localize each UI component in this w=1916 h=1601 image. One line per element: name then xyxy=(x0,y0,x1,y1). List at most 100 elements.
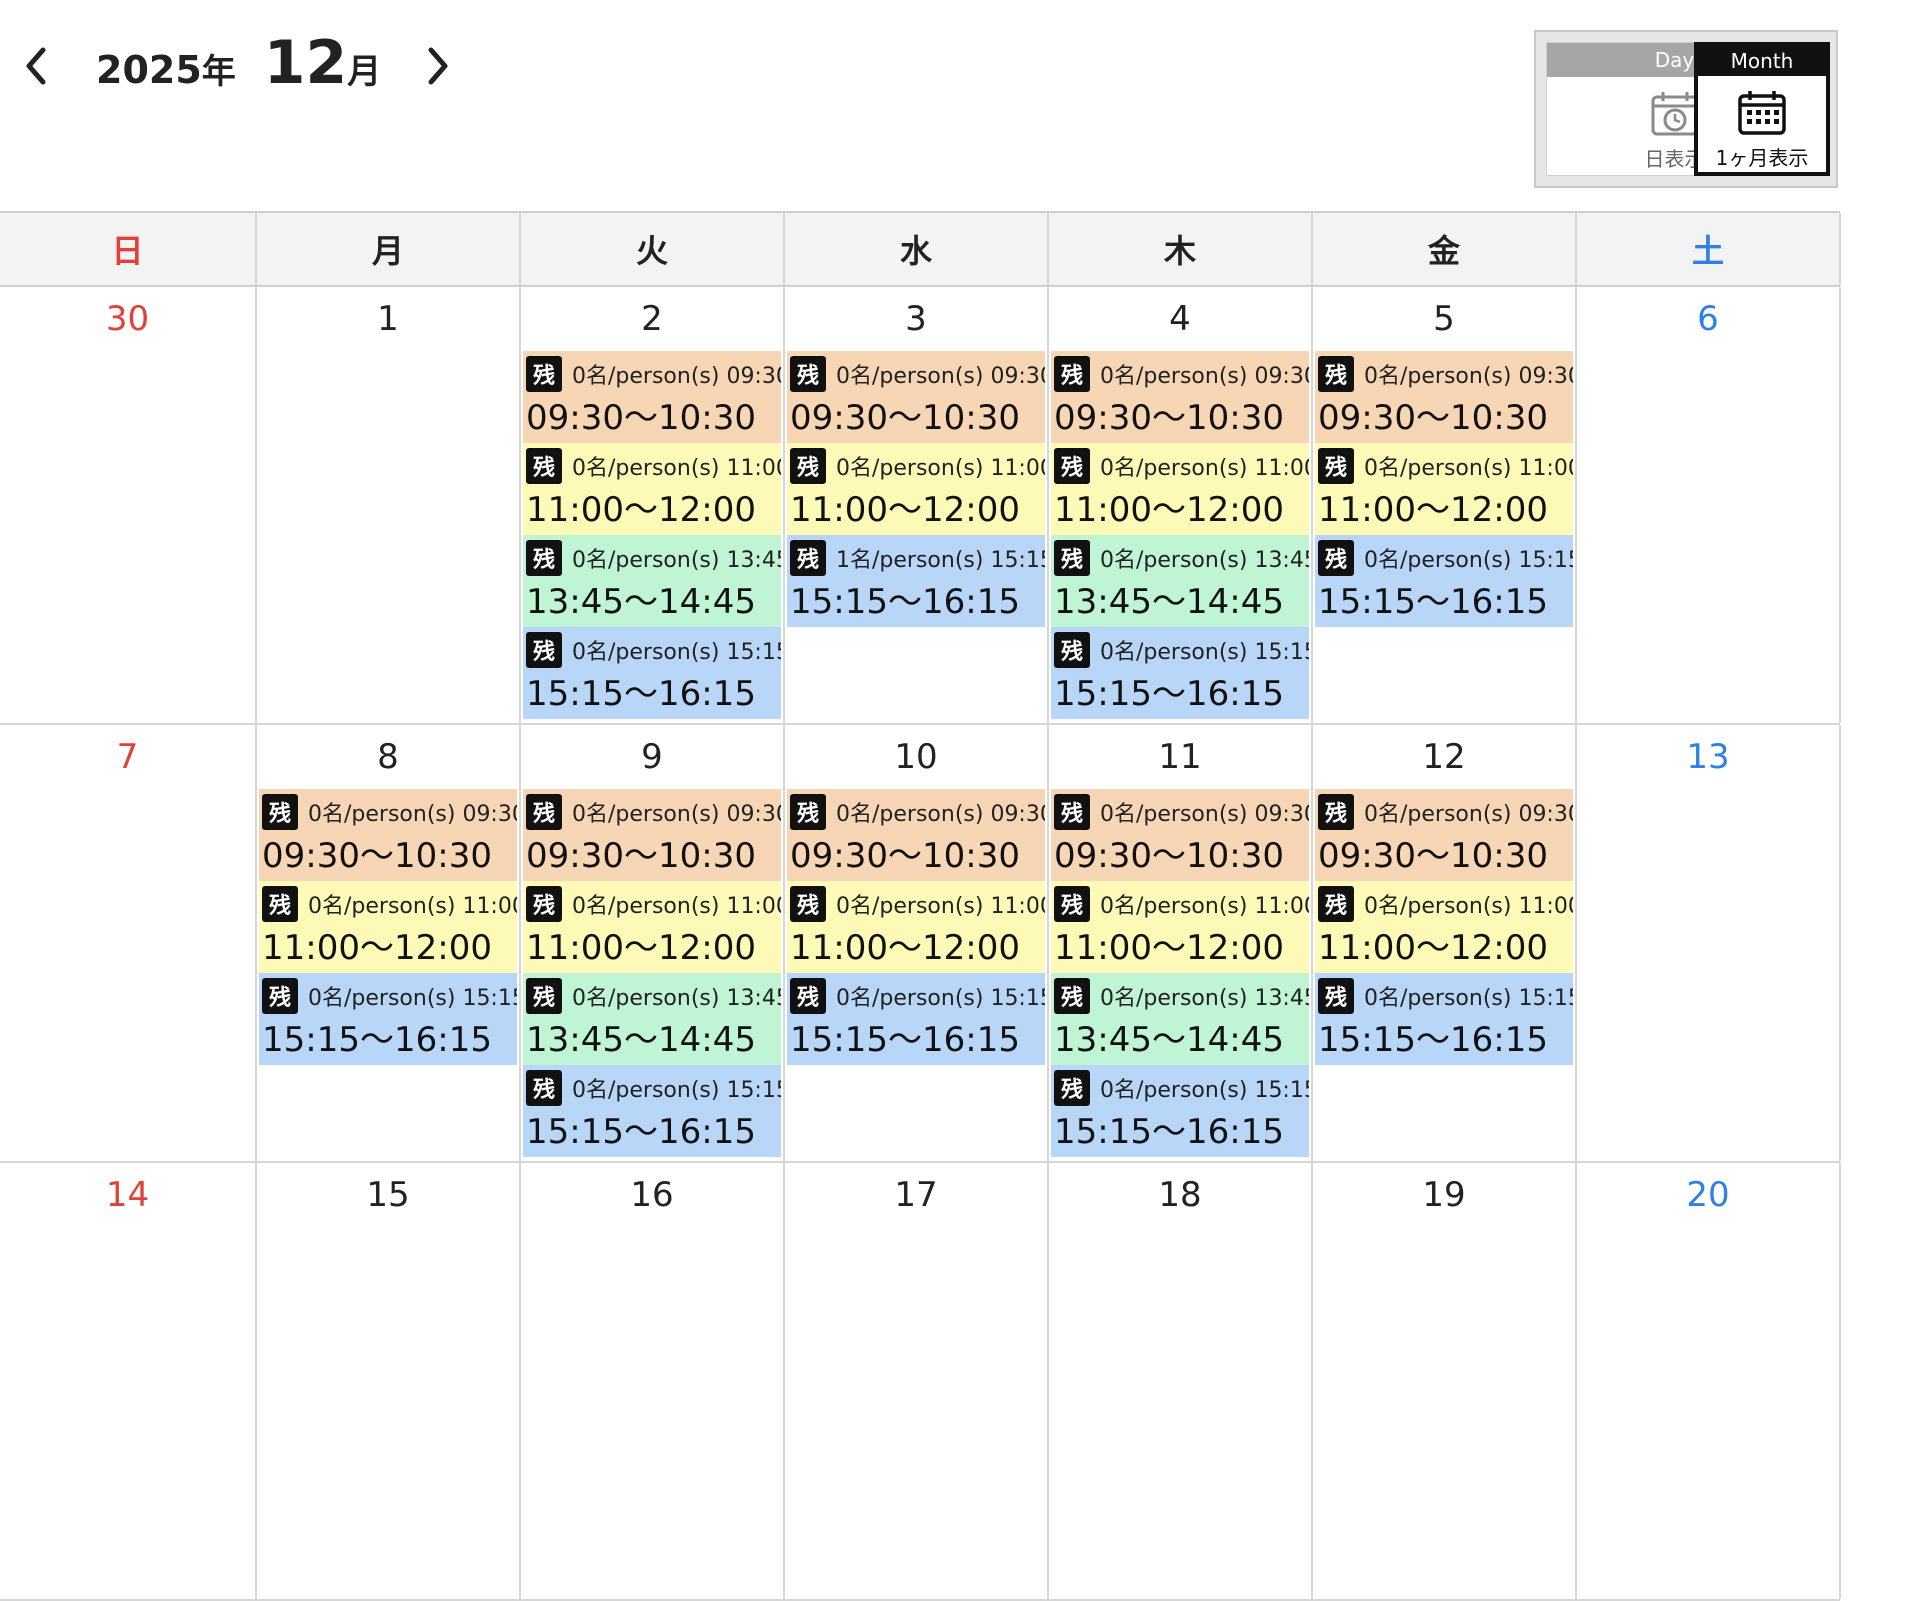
slot-capacity: 0名/person(s) 09:30〜10:30 xyxy=(572,802,781,827)
slot-capacity: 0名/person(s) 15:15〜16:15 xyxy=(1364,986,1573,1011)
day-cell[interactable]: 10残0名/person(s) 09:30〜10:3009:30〜10:30残0… xyxy=(785,725,1049,1161)
time-slot[interactable]: 残 0名/person(s) 09:30〜10:30 09:30〜10:30 xyxy=(259,789,517,881)
remaining-badge: 残 xyxy=(1054,448,1090,484)
slot-header: 残 0名/person(s) 15:15〜16:15 xyxy=(1054,629,1309,671)
time-slot[interactable]: 残 0名/person(s) 09:30〜10:30 09:30〜10:30 xyxy=(1315,351,1573,443)
day-cell[interactable]: 17 xyxy=(785,1163,1049,1599)
time-slot[interactable]: 残 0名/person(s) 15:15〜16:15 15:15〜16:15 xyxy=(787,973,1045,1065)
day-number: 30 xyxy=(105,299,150,339)
slot-capacity: 0名/person(s) 09:30〜10:30 xyxy=(572,364,781,389)
day-cell[interactable]: 13 xyxy=(1577,725,1841,1161)
slot-capacity: 0名/person(s) 13:45〜14:45 xyxy=(1100,548,1309,573)
day-cell[interactable]: 1 xyxy=(257,287,521,723)
remaining-badge: 残 xyxy=(790,886,826,922)
remaining-badge: 残 xyxy=(1054,794,1090,830)
time-slot[interactable]: 残 0名/person(s) 13:45〜14:45 13:45〜14:45 xyxy=(523,535,781,627)
remaining-badge: 残 xyxy=(790,448,826,484)
time-slot[interactable]: 残 0名/person(s) 11:00〜12:00 11:00〜12:00 xyxy=(787,443,1045,535)
time-slot[interactable]: 残 0名/person(s) 09:30〜10:30 09:30〜10:30 xyxy=(1315,789,1573,881)
slot-time-range: 15:15〜16:15 xyxy=(526,1112,756,1152)
slot-header: 残 0名/person(s) 11:00〜12:00 xyxy=(526,883,781,925)
remaining-badge: 残 xyxy=(1054,886,1090,922)
time-slot[interactable]: 残 0名/person(s) 15:15〜16:15 15:15〜16:15 xyxy=(1315,535,1573,627)
remaining-badge: 残 xyxy=(1318,356,1354,392)
time-slot[interactable]: 残 0名/person(s) 11:00〜12:00 11:00〜12:00 xyxy=(1315,443,1573,535)
chevron-left-icon[interactable] xyxy=(14,44,58,88)
slot-time-range: 13:45〜14:45 xyxy=(1054,1020,1284,1060)
day-number: 5 xyxy=(1433,299,1455,339)
day-cell[interactable]: 18 xyxy=(1049,1163,1313,1599)
day-cell[interactable]: 15 xyxy=(257,1163,521,1599)
slot-header: 残 0名/person(s) 11:00〜12:00 xyxy=(1318,883,1573,925)
slot-header: 残 0名/person(s) 11:00〜12:00 xyxy=(790,445,1045,487)
time-slot[interactable]: 残 0名/person(s) 13:45〜14:45 13:45〜14:45 xyxy=(523,973,781,1065)
day-cell[interactable]: 11残0名/person(s) 09:30〜10:3009:30〜10:30残0… xyxy=(1049,725,1313,1161)
remaining-badge: 残 xyxy=(790,356,826,392)
slot-time-range: 09:30〜10:30 xyxy=(1054,398,1284,438)
day-cell[interactable]: 2 残 0名/person(s) 09:30〜10:30 09:30〜10:30 残 0名… xyxy=(521,287,785,723)
slot-header: 残 0名/person(s) 11:00〜12:00 xyxy=(526,445,781,487)
slot-time-range: 15:15〜16:15 xyxy=(1054,1112,1284,1152)
slot-capacity: 0名/person(s) 11:00〜12:00 xyxy=(1100,456,1309,481)
time-slot[interactable]: 残 0名/person(s) 11:00〜12:00 11:00〜12:00 xyxy=(523,881,781,973)
day-cell[interactable]: 6 xyxy=(1577,287,1841,723)
slot-time-range: 13:45〜14:45 xyxy=(526,1020,756,1060)
slot-capacity: 0名/person(s) 09:30〜10:30 xyxy=(1100,802,1309,827)
time-slot[interactable]: 残 0名/person(s) 15:15〜16:15 15:15〜16:15 xyxy=(523,1065,781,1157)
time-slot[interactable]: 残 0名/person(s) 13:45〜14:45 13:45〜14:45 xyxy=(1051,973,1309,1065)
day-number: 17 xyxy=(894,1175,938,1215)
slot-header: 残 0名/person(s) 15:15〜16:15 xyxy=(262,975,517,1017)
day-cell[interactable]: 9 残 0名/person(s) 09:30〜10:30 09:30〜10:30 残 0名… xyxy=(521,725,785,1161)
time-slot[interactable]: 残 0名/person(s) 11:00〜12:00 11:00〜12:00 xyxy=(1315,881,1573,973)
slot-header: 残 0名/person(s) 11:00〜12:00 xyxy=(1054,445,1309,487)
day-cell[interactable]: 19 xyxy=(1313,1163,1577,1599)
day-cell[interactable]: 8 残 0名/person(s) 09:30〜10:30 09:30〜10:30 残 0名… xyxy=(257,725,521,1161)
slot-header: 残 0名/person(s) 11:00〜12:00 xyxy=(262,883,517,925)
time-slot[interactable]: 残 1名/person(s) 15:15〜16:15 15:15〜16:15 xyxy=(787,535,1045,627)
time-slot[interactable]: 残 0名/person(s) 09:30〜10:30 09:30〜10:30 xyxy=(1051,351,1309,443)
time-slot[interactable]: 残 0名/person(s) 09:30〜10:30 09:30〜10:30 xyxy=(787,789,1045,881)
time-slot[interactable]: 残 0名/person(s) 09:30〜10:30 09:30〜10:30 xyxy=(787,351,1045,443)
slot-time-range: 15:15〜16:15 xyxy=(1054,674,1284,714)
day-cell[interactable]: 20 xyxy=(1577,1163,1841,1599)
slot-header: 残 0名/person(s) 15:15〜16:15 xyxy=(526,629,781,671)
time-slot[interactable]: 残 0名/person(s) 15:15〜16:15 15:15〜16:15 xyxy=(1051,627,1309,719)
slot-time-range: 09:30〜10:30 xyxy=(262,836,492,876)
slot-capacity: 0名/person(s) 09:30〜10:30 xyxy=(1100,364,1309,389)
slot-header: 残 0名/person(s) 11:00〜12:00 xyxy=(790,883,1045,925)
time-slot[interactable]: 残 0名/person(s) 11:00〜12:00 11:00〜12:00 xyxy=(1051,443,1309,535)
day-cell[interactable]: 7 xyxy=(0,725,257,1161)
time-slot[interactable]: 残 0名/person(s) 13:45〜14:45 13:45〜14:45 xyxy=(1051,535,1309,627)
time-slot[interactable]: 残 0名/person(s) 09:30〜10:30 09:30〜10:30 xyxy=(1051,789,1309,881)
time-slot[interactable]: 残 0名/person(s) 11:00〜12:00 11:00〜12:00 xyxy=(1051,881,1309,973)
day-cell[interactable]: 4 残 0名/person(s) 09:30〜10:30 09:30〜10:30 残 0名… xyxy=(1049,287,1313,723)
remaining-badge: 残 xyxy=(1054,978,1090,1014)
month-unit: 月 xyxy=(347,52,382,92)
slot-time-range: 09:30〜10:30 xyxy=(790,836,1020,876)
remaining-badge: 残 xyxy=(1318,448,1354,484)
day-cell[interactable]: 30 xyxy=(0,287,257,723)
day-cell[interactable]: 3 残 0名/person(s) 09:30〜10:30 09:30〜10:30 残 0名… xyxy=(785,287,1049,723)
time-slot[interactable]: 残 0名/person(s) 09:30〜10:30 09:30〜10:30 xyxy=(523,789,781,881)
time-slot[interactable]: 残 0名/person(s) 15:15〜16:15 15:15〜16:15 xyxy=(523,627,781,719)
chevron-right-icon[interactable] xyxy=(416,44,460,88)
time-slot[interactable]: 残 0名/person(s) 11:00〜12:00 11:00〜12:00 xyxy=(787,881,1045,973)
time-slot[interactable]: 残 0名/person(s) 15:15〜16:15 15:15〜16:15 xyxy=(1315,973,1573,1065)
slot-header: 残 0名/person(s) 13:45〜14:45 xyxy=(526,537,781,579)
day-cell[interactable]: 5 残 0名/person(s) 09:30〜10:30 09:30〜10:30 残 0名… xyxy=(1313,287,1577,723)
day-cell[interactable]: 12残0名/person(s) 09:30〜10:3009:30〜10:30残0… xyxy=(1313,725,1577,1161)
slot-capacity: 0名/person(s) 11:00〜12:00 xyxy=(572,456,781,481)
time-slot[interactable]: 残 0名/person(s) 11:00〜12:00 11:00〜12:00 xyxy=(259,881,517,973)
day-cell[interactable]: 14 xyxy=(0,1163,257,1599)
time-slot[interactable]: 残 0名/person(s) 15:15〜16:15 15:15〜16:15 xyxy=(259,973,517,1065)
day-cell[interactable]: 16 xyxy=(521,1163,785,1599)
day-number: 4 xyxy=(1169,299,1191,339)
time-slot[interactable]: 残 0名/person(s) 15:15〜16:15 15:15〜16:15 xyxy=(1051,1065,1309,1157)
time-slot[interactable]: 残 0名/person(s) 11:00〜12:00 11:00〜12:00 xyxy=(523,443,781,535)
year-value: 2025 xyxy=(96,48,202,92)
remaining-badge: 残 xyxy=(1054,1070,1090,1106)
time-slot[interactable]: 残 0名/person(s) 09:30〜10:30 09:30〜10:30 xyxy=(523,351,781,443)
calendar-week: 30 1 2 残 0名/person(s) 09:30〜10:30 09:30〜10:30… xyxy=(0,287,1841,725)
slot-capacity: 0名/person(s) 15:15〜16:15 xyxy=(308,986,517,1011)
month-view-button[interactable]: Month 1ヶ月表示 xyxy=(1694,42,1830,176)
